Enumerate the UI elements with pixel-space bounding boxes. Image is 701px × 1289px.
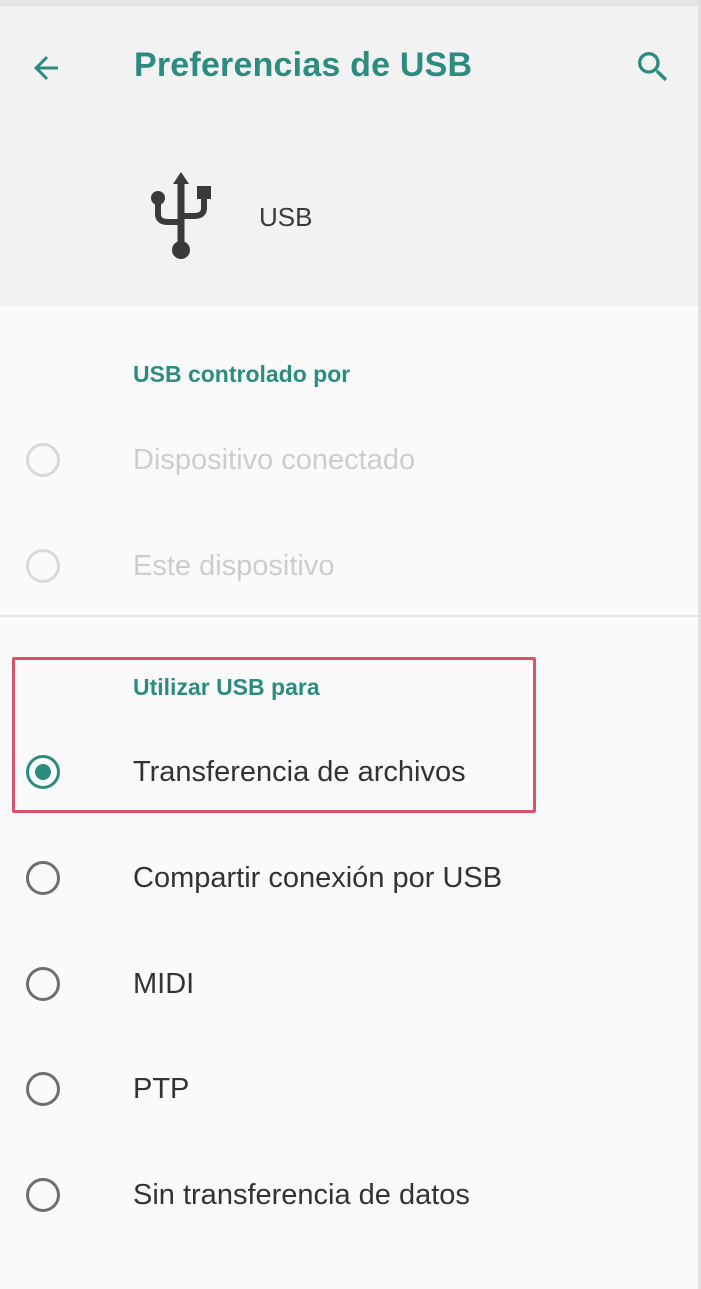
back-button[interactable] [22, 44, 70, 92]
option-label: Dispositivo conectado [133, 444, 416, 476]
usb-preferences-screen: Preferencias de USB USB USB controlado p… [0, 0, 701, 1289]
radio-button[interactable] [26, 1178, 60, 1212]
option-connected-device[interactable]: Dispositivo conectado [0, 410, 701, 510]
radio-button[interactable] [26, 443, 60, 477]
arrow-left-icon [34, 56, 58, 80]
option-ptp[interactable]: PTP [0, 1039, 701, 1139]
section-divider [0, 615, 701, 617]
highlight-box [12, 657, 536, 813]
option-usb-tethering[interactable]: Compartir conexión por USB [0, 828, 701, 928]
search-icon [638, 52, 668, 82]
option-this-device[interactable]: Este dispositivo [0, 516, 701, 616]
option-label: Sin transferencia de datos [133, 1179, 470, 1211]
section-title-controlled-by: USB controlado por [133, 361, 351, 387]
radio-button[interactable] [26, 967, 60, 1001]
search-button[interactable] [628, 42, 678, 92]
option-no-data-transfer[interactable]: Sin transferencia de datos [0, 1145, 701, 1245]
radio-button[interactable] [26, 549, 60, 583]
radio-button[interactable] [26, 861, 60, 895]
header: Preferencias de USB USB [0, 6, 701, 306]
usb-icon [146, 170, 216, 262]
option-label: MIDI [133, 968, 195, 1000]
radio-button[interactable] [26, 1072, 60, 1106]
option-label: Este dispositivo [133, 550, 335, 582]
option-label: Compartir conexión por USB [133, 862, 503, 894]
option-midi[interactable]: MIDI [0, 934, 701, 1034]
page-title: Preferencias de USB [134, 46, 473, 84]
option-label: PTP [133, 1073, 190, 1105]
usb-label: USB [259, 202, 313, 232]
